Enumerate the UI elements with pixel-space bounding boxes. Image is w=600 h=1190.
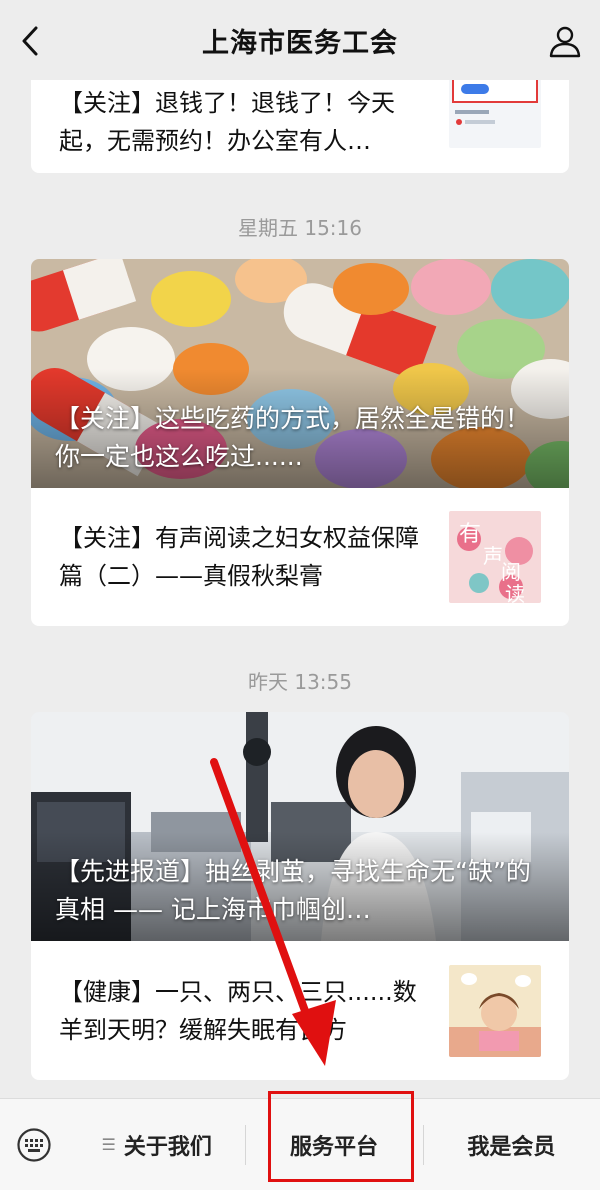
nav-bar: 上海市医务工会 [0, 0, 600, 80]
article-feed[interactable]: 【关注】退钱了！退钱了！今天起，无需预约！办公室有人… 星期五 15:16 【关… [0, 0, 600, 1098]
menu-item-i-am-member[interactable]: 我是会员 [422, 1099, 600, 1190]
timestamp: 昨天 13:55 [248, 670, 352, 694]
menu-item-label: 关于我们 [123, 1134, 212, 1160]
keyboard-icon[interactable] [0, 1099, 68, 1190]
menu-item-service-platform[interactable]: 服务平台 [245, 1099, 422, 1190]
chevron-left-icon[interactable] [16, 24, 46, 58]
svg-text:阅: 阅 [501, 560, 521, 584]
article-list-item[interactable]: 【健康】一只、两只、三只......数羊到天明？缓解失眠有良方 [31, 941, 569, 1080]
article-list-item[interactable]: 【关注】有声阅读之妇女权益保障篇（二）——真假秋梨膏 有 声 阅 读 [31, 488, 569, 626]
article-card[interactable]: 【先进报道】抽丝剥茧，寻找生命无“缺”的真相 —— 记上海市巾帼创… 【健康】一… [31, 712, 569, 1080]
article-thumbnail: 有 声 阅 读 [449, 511, 541, 603]
person-icon[interactable] [548, 24, 582, 58]
menu-item-about-us[interactable]: ☰ 关于我们 [68, 1099, 245, 1190]
submenu-lines-icon: ☰ [101, 1135, 116, 1154]
article-thumbnail [449, 964, 541, 1057]
menu-item-label: 我是会员 [467, 1134, 556, 1160]
svg-text:声: 声 [483, 544, 503, 568]
page-title: 上海市医务工会 [202, 27, 398, 59]
article-title: 【关注】有声阅读之妇女权益保障篇（二）——真假秋梨膏 [59, 524, 419, 590]
article-title: 【健康】一只、两只、三只......数羊到天明？缓解失眠有良方 [59, 977, 417, 1044]
svg-text:读: 读 [505, 582, 525, 603]
cover-article-title: 【先进报道】抽丝剥茧，寻找生命无“缺”的真相 —— 记上海市巾帼创… [55, 857, 531, 924]
bottom-menu: ☰ 关于我们 服务平台 我是会员 [0, 1098, 600, 1190]
article-title: 【关注】退钱了！退钱了！今天起，无需预约！办公室有人… [59, 88, 395, 155]
cover-article[interactable]: 【先进报道】抽丝剥茧，寻找生命无“缺”的真相 —— 记上海市巾帼创… [31, 712, 569, 941]
article-card[interactable]: 【关注】这些吃药的方式，居然全是错的！你一定也这么吃过...... 【关注】有声… [31, 259, 569, 626]
menu-item-label: 服务平台 [289, 1134, 378, 1160]
svg-text:有: 有 [459, 522, 481, 547]
cover-article[interactable]: 【关注】这些吃药的方式，居然全是错的！你一定也这么吃过...... [31, 259, 569, 488]
cover-article-title: 【关注】这些吃药的方式，居然全是错的！你一定也这么吃过...... [55, 404, 531, 471]
timestamp: 星期五 15:16 [238, 216, 362, 240]
